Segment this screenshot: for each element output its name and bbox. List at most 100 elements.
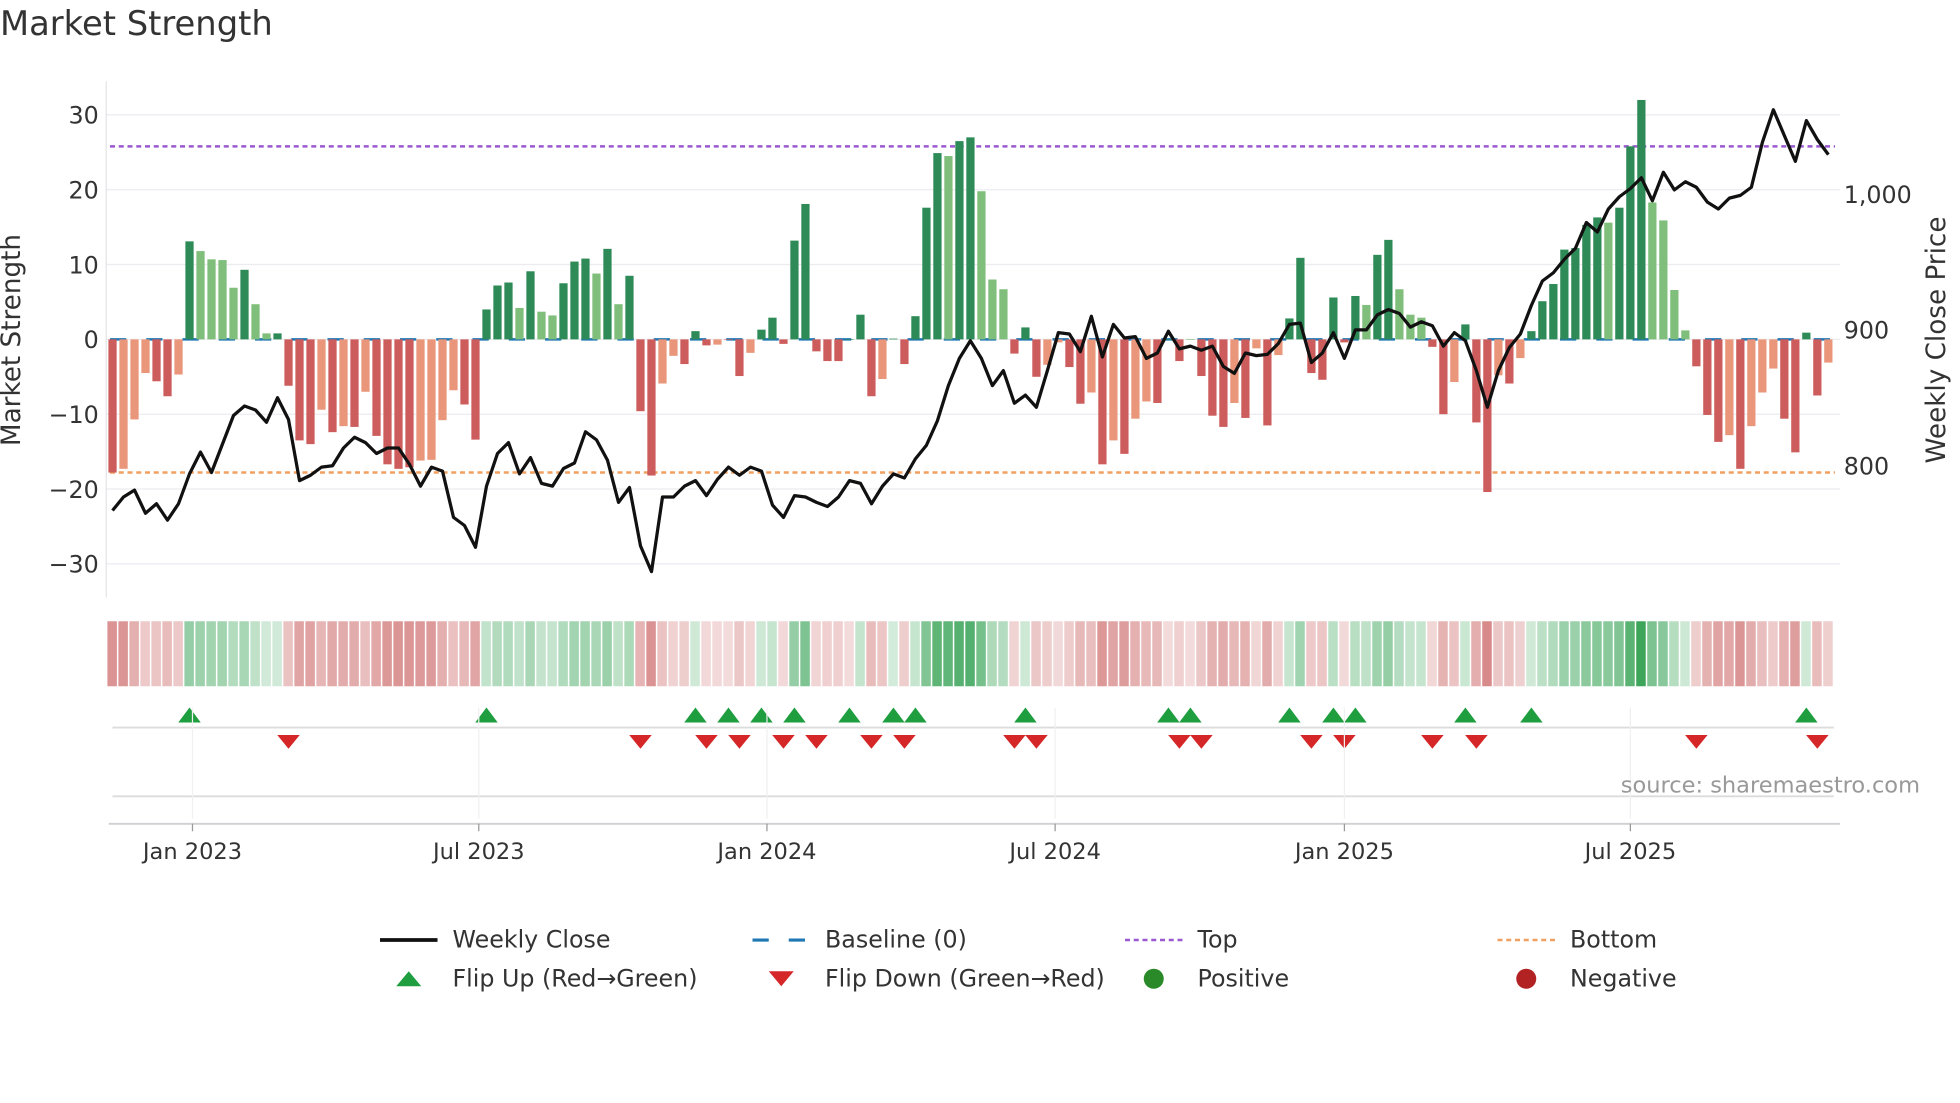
- strength-bar: [207, 259, 216, 340]
- y-tick-label: 0: [84, 326, 99, 354]
- heat-cell: [1559, 621, 1569, 687]
- flip-down-marker: [1806, 735, 1829, 749]
- heat-cell: [844, 621, 854, 687]
- heat-cell: [349, 621, 359, 687]
- circle-icon: [1143, 968, 1164, 989]
- heat-cell: [1405, 621, 1415, 687]
- heat-cell: [569, 621, 579, 687]
- heat-cell: [162, 621, 172, 687]
- strength-bar: [834, 339, 843, 362]
- strength-bar: [911, 316, 920, 340]
- heat-cell: [756, 621, 766, 687]
- y-tick-label: 20: [69, 176, 99, 204]
- legend-item-flip-up: Flip Up (Red→Green): [380, 965, 697, 993]
- legend-label: Flip Up (Red→Green): [452, 965, 698, 993]
- strength-bar: [867, 339, 876, 397]
- heat-cell: [1097, 621, 1107, 687]
- heat-cell: [1570, 621, 1580, 687]
- strength-bar: [757, 329, 766, 340]
- strength-bar: [1725, 339, 1734, 436]
- strength-bar: [1604, 222, 1613, 340]
- strength-bar: [856, 314, 865, 340]
- x-tick-label: Jul 2024: [1007, 839, 1101, 865]
- strength-bar: [1769, 339, 1778, 369]
- strength-bar: [1813, 339, 1822, 396]
- y2-tick-label: 800: [1844, 452, 1889, 480]
- heat-cell: [338, 621, 348, 687]
- flip-down-marker: [860, 735, 883, 749]
- strength-bar: [1032, 339, 1041, 377]
- strength-bar: [141, 339, 150, 374]
- heat-cell: [1471, 621, 1481, 687]
- heat-cell: [107, 621, 117, 687]
- source-credit: source: sharemaestro.com: [1621, 773, 1920, 799]
- heat-cell: [1317, 621, 1327, 687]
- heat-cell: [1251, 621, 1261, 687]
- triangle-down-icon: [768, 971, 794, 987]
- heat-cell: [129, 621, 139, 687]
- legend-item-negative: Negative: [1498, 965, 1677, 993]
- heat-cell: [459, 621, 469, 687]
- heat-cell: [118, 621, 128, 687]
- flip-up-marker: [882, 707, 905, 723]
- strength-bar: [1538, 301, 1547, 340]
- heat-cell: [1757, 621, 1767, 687]
- strength-bar: [185, 241, 194, 340]
- strength-bar: [1241, 339, 1250, 418]
- y-tick-label: −20: [49, 476, 99, 504]
- strength-bar: [999, 289, 1008, 340]
- strength-bar: [163, 339, 172, 397]
- strength-bar: [1791, 339, 1800, 453]
- y2-tick-label: 900: [1844, 317, 1889, 345]
- strength-bar: [636, 339, 645, 412]
- strength-bar: [1384, 239, 1393, 340]
- flip-down-marker: [1190, 735, 1213, 749]
- legend-label: Baseline (0): [825, 926, 967, 954]
- strength-bar: [372, 339, 381, 436]
- heat-cell: [789, 621, 799, 687]
- strength-bar: [493, 285, 502, 340]
- strength-bar: [218, 260, 227, 340]
- strength-bar: [944, 156, 953, 340]
- strength-bar: [1450, 339, 1459, 383]
- heat-cell: [855, 621, 865, 687]
- heat-cell: [1768, 621, 1778, 687]
- strength-bar: [284, 339, 293, 386]
- heat-cell: [1526, 621, 1536, 687]
- heat-cell: [1482, 621, 1492, 687]
- strength-bar: [350, 339, 359, 427]
- heat-cell: [1361, 621, 1371, 687]
- strength-bar: [647, 339, 656, 476]
- flip-up-marker: [1179, 707, 1202, 723]
- strength-bar: [570, 261, 579, 340]
- heat-cell: [965, 621, 975, 687]
- heat-cell: [228, 621, 238, 687]
- flip-up-marker: [684, 707, 707, 723]
- strength-bar: [1362, 304, 1371, 340]
- flip-up-marker: [750, 707, 773, 723]
- heat-cell: [1724, 621, 1734, 687]
- y2-tick-label: 1,000: [1844, 181, 1912, 209]
- dotted-line-swatch-icon: [1125, 938, 1183, 942]
- strength-bar: [196, 251, 205, 340]
- strength-bar: [735, 339, 744, 377]
- market-strength-chart: 30 20 10 0 −10 −20 −30 1,000 900 800 Jan 2023 Jul …: [0, 81, 1952, 865]
- heat-cell: [1064, 621, 1074, 687]
- flip-down-marker: [629, 735, 652, 749]
- strength-bar: [1021, 327, 1030, 340]
- strength-bar: [1714, 339, 1723, 442]
- heat-cell: [426, 621, 436, 687]
- heat-cell: [283, 621, 293, 687]
- flip-down-marker: [1685, 735, 1708, 749]
- heat-cell: [866, 621, 876, 687]
- heat-cell: [1152, 621, 1162, 687]
- heat-cell: [1504, 621, 1514, 687]
- strength-bar: [1065, 339, 1074, 368]
- heat-cell: [1438, 621, 1448, 687]
- strength-bars: [108, 99, 1833, 493]
- strength-bar: [801, 203, 810, 340]
- strength-bar: [1802, 332, 1811, 340]
- heat-cell: [1306, 621, 1316, 687]
- heat-cell: [833, 621, 843, 687]
- heat-cell: [1328, 621, 1338, 687]
